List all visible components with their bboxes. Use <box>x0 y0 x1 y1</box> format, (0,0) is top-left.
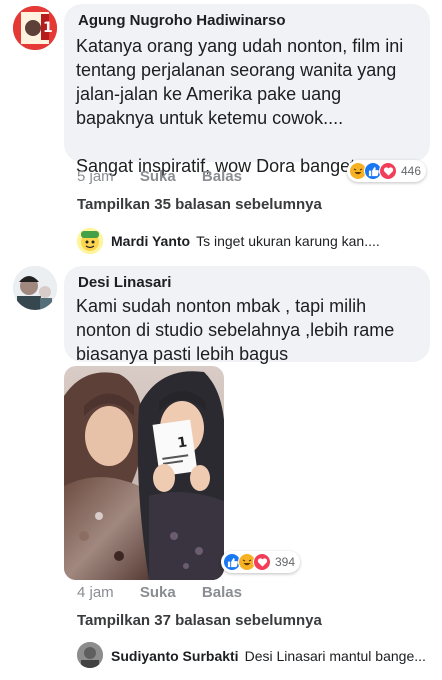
comment-bubble: Desi Linasari Kami sudah nonton mbak , t… <box>64 266 430 364</box>
avatar-image <box>77 228 103 254</box>
reply-button[interactable]: Balas <box>202 584 242 601</box>
reaction-count: 394 <box>275 555 296 569</box>
reply-text: Ts inget ukuran karung kan.... <box>196 233 380 249</box>
view-previous-replies[interactable]: Tampilkan 37 balasan sebelumnya <box>77 612 322 629</box>
reaction-summary[interactable]: 394 <box>221 551 301 573</box>
like-button[interactable]: Suka <box>140 584 176 601</box>
reply-author[interactable]: Mardi Yanto <box>111 233 190 249</box>
comment-photo[interactable]: 1 <box>64 366 224 580</box>
photo-image: 1 <box>64 366 224 580</box>
reaction-summary[interactable]: 446 <box>347 160 427 182</box>
comment-author[interactable]: Agung Nugroho Hadiwinarso <box>78 12 286 29</box>
love-icon <box>253 553 271 571</box>
like-button[interactable]: Suka <box>140 168 176 185</box>
reply-button[interactable]: Balas <box>202 168 242 185</box>
avatar-sudiyanto[interactable] <box>77 642 103 668</box>
avatar-image: 1 <box>13 6 57 50</box>
love-icon <box>379 162 397 180</box>
avatar-desi[interactable] <box>13 266 57 310</box>
reply-text: Desi Linasari mantul bange... <box>244 648 426 664</box>
avatar-image <box>13 266 57 310</box>
reply-author[interactable]: Sudiyanto Surbakti <box>111 648 239 664</box>
reply-preview[interactable]: Mardi Yanto Ts inget ukuran karung kan...… <box>111 233 380 249</box>
reaction-count: 446 <box>401 164 422 178</box>
comment-author[interactable]: Desi Linasari <box>78 274 171 291</box>
comment-bubble: Agung Nugroho Hadiwinarso Katanya orang … <box>64 4 430 176</box>
view-previous-replies[interactable]: Tampilkan 35 balasan sebelumnya <box>77 196 322 213</box>
comment-text: Katanya orang yang udah nonton, film ini… <box>76 36 404 176</box>
reply-preview[interactable]: Sudiyanto Surbakti Desi Linasari mantul b… <box>111 648 426 664</box>
comment-text: Kami sudah nonton mbak , tapi milih nont… <box>76 296 405 364</box>
avatar-agung[interactable]: 1 <box>13 6 57 50</box>
svg-text:1: 1 <box>43 20 53 36</box>
avatar-mardi[interactable] <box>77 228 103 254</box>
comment-actions: 5 jam Suka Balas <box>77 168 264 185</box>
avatar-image <box>77 642 103 668</box>
comment-time: 4 jam <box>77 584 114 601</box>
comment-actions: 4 jam Suka Balas <box>77 584 264 601</box>
comment-time: 5 jam <box>77 168 114 185</box>
